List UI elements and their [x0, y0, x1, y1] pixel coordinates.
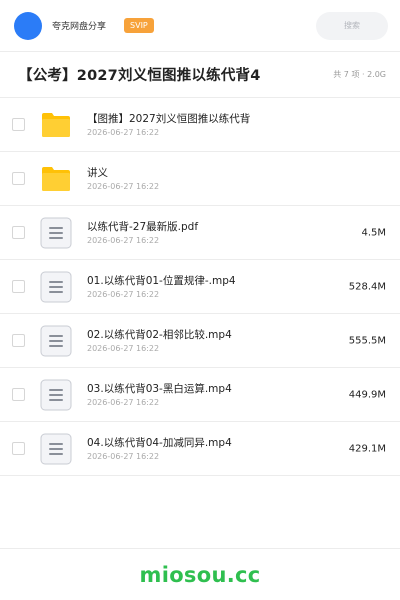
file-list: 【图推】2027刘义恒图推以练代背 2026-06-27 16:22 讲义 20…	[0, 98, 400, 476]
list-item[interactable]: 讲义 2026-06-27 16:22	[0, 152, 400, 206]
file-date: 2026-06-27 16:22	[87, 128, 160, 137]
file-date: 2026-06-27 16:22	[87, 398, 160, 407]
checkbox[interactable]	[12, 118, 25, 131]
file-name: 03.以练代背03-黑白运算.mp4	[87, 383, 232, 395]
list-item[interactable]: 01.以练代背01-位置规律-.mp4 2026-06-27 16:22 528…	[0, 260, 400, 314]
file-date: 2026-06-27 16:22	[87, 290, 160, 299]
checkbox[interactable]	[12, 388, 25, 401]
file-date: 2026-06-27 16:22	[87, 344, 160, 353]
file-size: 528.4M	[348, 281, 386, 292]
search-label: 搜索	[344, 21, 360, 30]
folder-icon	[39, 162, 73, 196]
document-icon	[39, 324, 73, 358]
footer: miosou.cc	[0, 548, 400, 600]
file-date: 2026-06-27 16:22	[87, 236, 160, 245]
search-button[interactable]: 搜索	[316, 11, 388, 40]
checkbox[interactable]	[12, 280, 25, 293]
file-date: 2026-06-27 16:22	[87, 182, 160, 191]
checkbox[interactable]	[12, 334, 25, 347]
document-icon	[39, 378, 73, 412]
folder-header: 【公考】2027刘义恒图推以练代背4 共 7 项 · 2.0G	[0, 52, 400, 98]
list-item[interactable]: 以练代背-27最新版.pdf 2026-06-27 16:22 4.5M	[0, 206, 400, 260]
file-name: 讲义	[87, 167, 108, 179]
file-name: 04.以练代背04-加减同异.mp4	[87, 437, 232, 449]
file-name: 以练代背-27最新版.pdf	[87, 221, 199, 233]
checkbox[interactable]	[12, 442, 25, 455]
document-icon	[39, 270, 73, 304]
file-size: 449.9M	[348, 389, 386, 400]
file-size: 4.5M	[361, 227, 386, 238]
site-brand[interactable]: miosou.cc	[140, 563, 261, 587]
file-date: 2026-06-27 16:22	[87, 452, 160, 461]
page-title: 【公考】2027刘义恒图推以练代背4	[18, 68, 261, 84]
folder-icon	[39, 108, 73, 142]
file-name: 01.以练代背01-位置规律-.mp4	[87, 275, 236, 287]
list-item[interactable]: 04.以练代背04-加减同异.mp4 2026-06-27 16:22 429.…	[0, 422, 400, 476]
checkbox[interactable]	[12, 172, 25, 185]
list-item[interactable]: 【图推】2027刘义恒图推以练代背 2026-06-27 16:22	[0, 98, 400, 152]
document-icon	[39, 216, 73, 250]
file-name: 【图推】2027刘义恒图推以练代背	[87, 113, 251, 125]
document-icon	[39, 432, 73, 466]
username: 夸克网盘分享	[52, 22, 107, 32]
file-name: 02.以练代背02-相邻比较.mp4	[87, 329, 232, 341]
avatar[interactable]	[14, 11, 42, 40]
file-size: 429.1M	[348, 443, 386, 454]
list-item[interactable]: 03.以练代背03-黑白运算.mp4 2026-06-27 16:22 449.…	[0, 368, 400, 422]
list-item[interactable]: 02.以练代背02-相邻比较.mp4 2026-06-27 16:22 555.…	[0, 314, 400, 368]
item-count: 共 7 项 · 2.0G	[333, 70, 386, 79]
svip-badge: SVIP	[124, 18, 154, 33]
top-bar: 夸克网盘分享 SVIP 搜索	[0, 0, 400, 52]
checkbox[interactable]	[12, 226, 25, 239]
file-size: 555.5M	[348, 335, 386, 346]
